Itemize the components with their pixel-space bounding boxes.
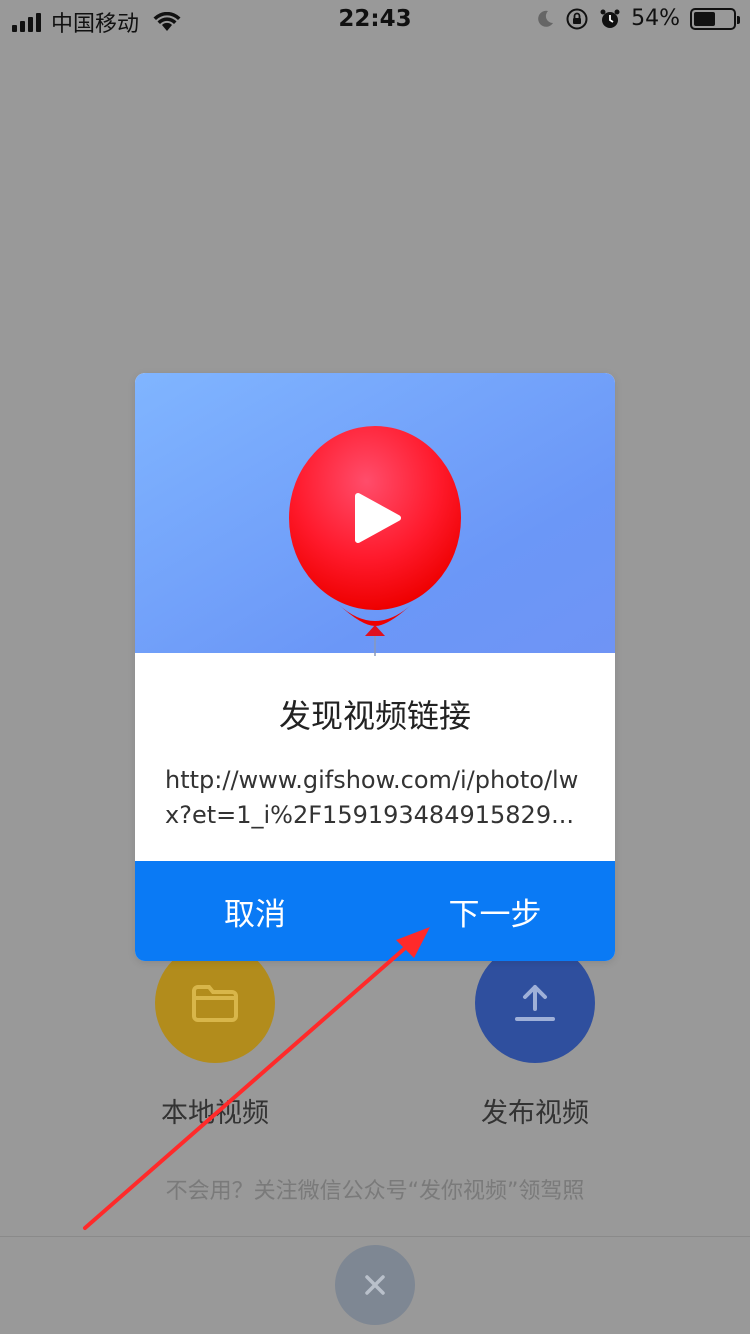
help-hint: 不会用？关注微信公众号“发你视频”领驾照 [165,1179,585,1204]
battery-icon [690,7,740,30]
alarm-icon [600,9,620,28]
rotation-lock-icon [566,8,588,29]
publish-video-action[interactable]: 发布视频 [435,943,635,1130]
bottom-divider [0,1236,750,1237]
folder-icon [192,985,238,1022]
local-video-label: 本地视频 [161,1098,269,1129]
moon-icon [538,10,554,27]
local-video-action[interactable]: 本地视频 [115,943,315,1130]
dialog-title: 发现视频链接 [278,697,471,735]
close-icon [365,1275,385,1295]
publish-video-button[interactable] [475,943,595,1063]
video-link-dialog: 发现视频链接 http://www.gifshow.com/i/photo/lw… [135,373,615,961]
next-step-button[interactable]: 下一步 [375,861,615,961]
cancel-button[interactable]: 取消 [135,861,375,961]
status-bar: 中国移动 22:43 54% [0,0,750,40]
battery-percentage: 54% [631,6,680,31]
battery-fill [694,11,715,26]
balloon-play-icon [289,426,461,656]
video-url-text: http://www.gifshow.com/i/photo/lwx?et=1_… [165,766,579,829]
publish-video-label: 发布视频 [481,1098,589,1129]
dialog-header [135,373,615,656]
dialog-buttons: 取消 下一步 [135,861,615,961]
local-video-button[interactable] [155,943,275,1063]
status-right: 54% [535,6,740,31]
upload-icon [515,985,555,1021]
close-button[interactable] [335,1245,415,1325]
